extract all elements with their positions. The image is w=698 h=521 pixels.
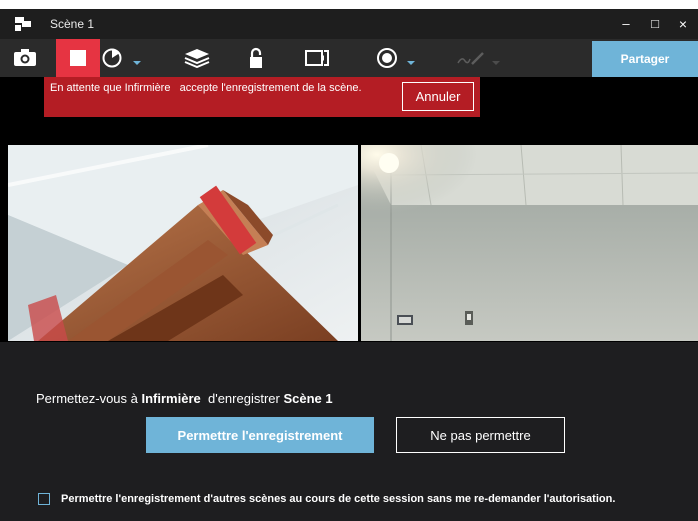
app-logo-icon <box>14 16 32 32</box>
timer-icon[interactable] <box>100 45 124 71</box>
video-feed-right <box>361 145 698 341</box>
permission-dialog: Permettez-vous à Infirmière d'enregistre… <box>0 342 698 521</box>
permission-question: Permettez-vous à Infirmière d'enregistre… <box>36 391 333 406</box>
record-circle-icon[interactable] <box>374 45 400 71</box>
permission-prefix: Permettez-vous à <box>36 391 138 406</box>
maximize-button[interactable]: □ <box>642 12 668 36</box>
share-button[interactable]: Partager <box>592 41 698 77</box>
cancel-button[interactable]: Annuler <box>402 82 474 111</box>
waiting-suffix: accepte l'enregistrement de la scène. <box>179 82 362 94</box>
layers-icon[interactable] <box>180 45 214 71</box>
deny-recording-button[interactable]: Ne pas permettre <box>396 417 565 453</box>
video-feed-left <box>8 145 358 341</box>
waiting-notification: En attente que Infirmière accepte l'enre… <box>44 77 480 117</box>
waiting-prefix: En attente que <box>50 82 122 94</box>
waiting-message: En attente que Infirmière accepte l'enre… <box>50 82 362 94</box>
always-allow-row: Permettre l'enregistrement d'autres scèn… <box>38 493 615 505</box>
pen-icon[interactable] <box>454 45 488 71</box>
always-allow-checkbox[interactable] <box>38 493 50 505</box>
close-button[interactable]: × <box>670 12 696 36</box>
allow-recording-button[interactable]: Permettre l'enregistrement <box>146 417 374 453</box>
permission-user: Infirmière <box>141 391 201 406</box>
pen-dropdown-chevron-icon[interactable] <box>490 55 502 71</box>
camera-icon[interactable] <box>10 45 40 71</box>
permission-middle: d'enregistrer <box>207 391 280 406</box>
title-bar: Scène 1 – □ × <box>0 9 698 39</box>
timer-dropdown-chevron-icon[interactable] <box>130 55 144 71</box>
permission-scene: Scène 1 <box>283 391 333 406</box>
app-window: Scène 1 – □ × Partager En attente que In… <box>0 9 698 521</box>
video-frame-left <box>8 145 358 341</box>
minimize-button[interactable]: – <box>613 12 639 36</box>
window-title: Scène 1 <box>50 17 95 31</box>
record-dropdown-chevron-icon[interactable] <box>404 55 418 71</box>
stop-record-icon[interactable] <box>56 39 100 77</box>
frame-icon[interactable] <box>302 45 332 71</box>
lock-icon[interactable] <box>244 45 268 71</box>
waiting-user: Infirmière <box>124 82 171 94</box>
always-allow-label[interactable]: Permettre l'enregistrement d'autres scèn… <box>61 493 615 505</box>
video-frame-right <box>361 145 698 341</box>
